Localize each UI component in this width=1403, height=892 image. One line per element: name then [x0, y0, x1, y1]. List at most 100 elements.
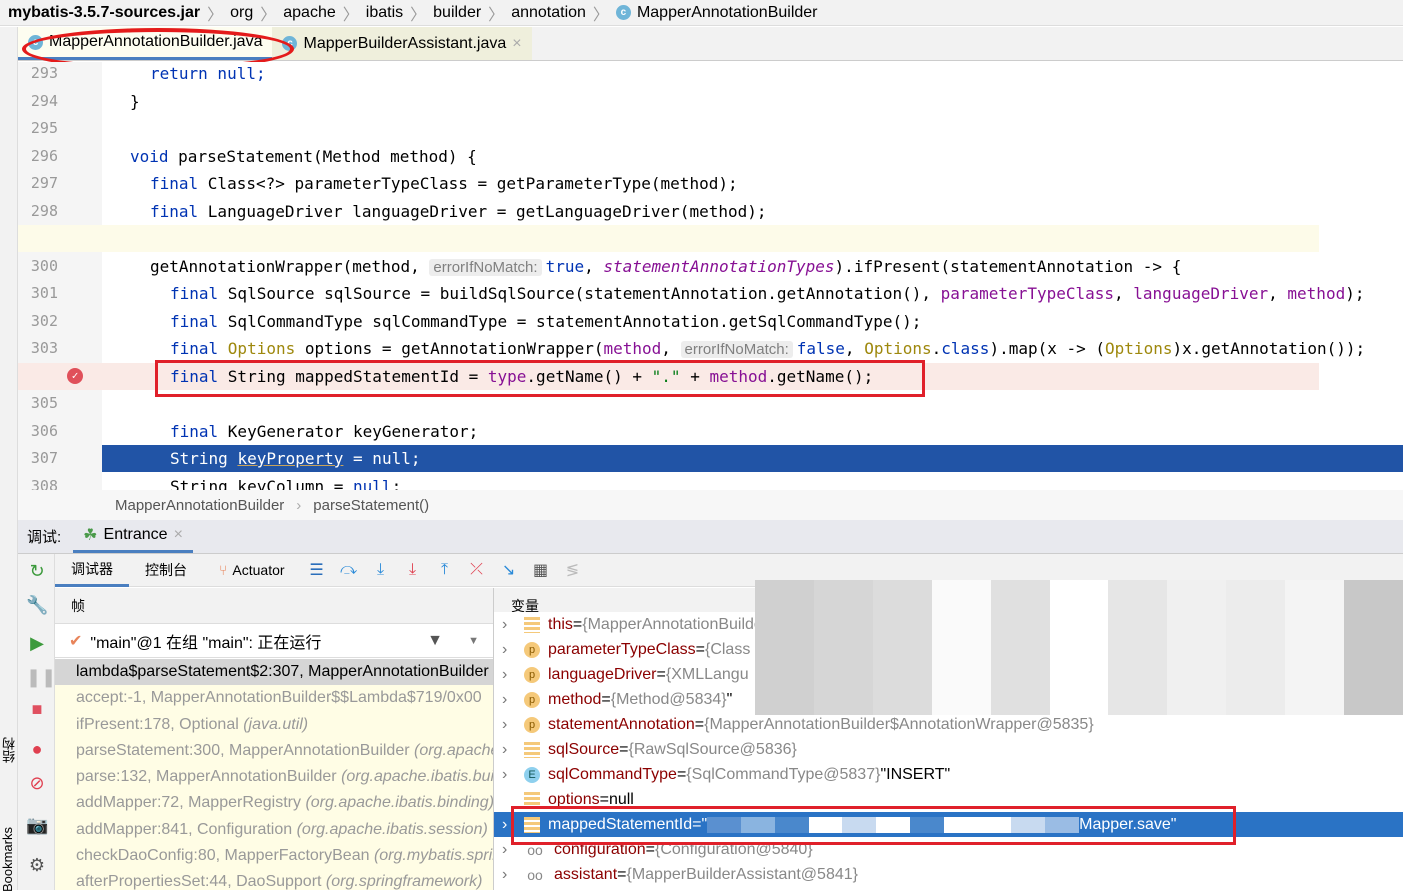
chevron-right-icon[interactable]: ›: [502, 687, 524, 712]
redaction-pixel: [1226, 580, 1286, 614]
filter-icon[interactable]: ▼: [427, 632, 443, 650]
tab-debugger[interactable]: 调试器: [55, 554, 129, 587]
force-step-into-icon[interactable]: ⤓: [397, 561, 429, 579]
stack-frame[interactable]: addMapper:841, Configuration (org.apache…: [55, 817, 493, 843]
stack-frame[interactable]: checkDaoConfig:80, MapperFactoryBean (or…: [55, 843, 493, 869]
redaction-pixel: [1285, 647, 1345, 682]
breadcrumb-item[interactable]: mybatis-3.5.7-sources.jar: [8, 4, 200, 22]
equals-sign: =: [601, 691, 611, 708]
thread-selector[interactable]: ✔ "main"@1 在组 "main": 正在运行 ▼ ▼: [55, 625, 493, 658]
line-number[interactable]: 294: [18, 92, 58, 110]
run-to-cursor-icon[interactable]: ↘: [493, 560, 525, 580]
code-line[interactable]: String keyColumn = null;: [102, 473, 1403, 491]
chevron-down-icon[interactable]: ▼: [468, 635, 479, 647]
code-line[interactable]: final SqlSource sqlSource = buildSqlSour…: [102, 280, 1403, 307]
tab-console[interactable]: 控制台: [129, 554, 203, 587]
code-line[interactable]: getAnnotationWrapper(method, errorIfNoMa…: [102, 253, 1403, 280]
code-line[interactable]: final SqlCommandType sqlCommandType = st…: [102, 308, 1403, 335]
step-out-icon[interactable]: ⤒: [429, 561, 461, 579]
chevron-right-icon[interactable]: ›: [502, 637, 524, 662]
stack-frame[interactable]: addMapper:72, MapperRegistry (org.apache…: [55, 790, 493, 816]
stack-frame[interactable]: accept:-1, MapperAnnotationBuilder$$Lamb…: [55, 685, 493, 711]
breadcrumb-item[interactable]: apache: [283, 4, 336, 22]
stack-frame[interactable]: parseStatement:300, MapperAnnotationBuil…: [55, 738, 493, 764]
code-line[interactable]: String keyProperty = null;: [102, 445, 1403, 472]
wrench-icon[interactable]: 🔧: [26, 594, 48, 616]
chevron-right-icon[interactable]: ›: [502, 737, 524, 762]
line-number[interactable]: 298: [18, 202, 58, 220]
breadcrumb-item[interactable]: org: [230, 4, 253, 22]
close-icon[interactable]: ×: [174, 526, 183, 544]
line-number[interactable]: 302: [18, 312, 58, 330]
evaluate-expression-icon[interactable]: ▦: [525, 560, 557, 580]
code-line[interactable]: final LanguageDriver languageDriver = ge…: [102, 198, 1403, 225]
settings-icon[interactable]: ⚙: [26, 854, 48, 876]
variable-value: {Class: [704, 641, 751, 658]
mute-breakpoints-icon[interactable]: ⊘: [26, 772, 48, 794]
frame-package: (org.mybatis.spring): [373, 847, 493, 865]
chevron-right-icon[interactable]: ›: [502, 862, 524, 887]
crumb-method[interactable]: parseStatement(): [313, 497, 429, 514]
line-number[interactable]: 301: [18, 284, 58, 302]
line-number[interactable]: 305: [18, 394, 58, 412]
variable-value: {Method@5834}: [610, 691, 727, 708]
parameter-icon: p: [524, 666, 540, 683]
chevron-right-icon[interactable]: ›: [502, 712, 524, 737]
line-number[interactable]: 293: [18, 64, 58, 82]
chevron-right-icon[interactable]: ›: [502, 662, 524, 687]
tab-mapper-builder-assistant[interactable]: c MapperBuilderAssistant.java ×: [272, 27, 532, 60]
view-breakpoints-icon[interactable]: ●: [26, 738, 48, 760]
line-number[interactable]: 297: [18, 174, 58, 192]
line-number[interactable]: 295: [18, 119, 58, 137]
crumb-class[interactable]: MapperAnnotationBuilder: [115, 497, 284, 514]
resume-icon[interactable]: ▶: [26, 632, 48, 654]
debug-session-tab[interactable]: ☘ Entrance ×: [73, 520, 193, 553]
breadcrumb-item[interactable]: annotation: [511, 4, 586, 22]
camera-icon[interactable]: 📷: [26, 814, 48, 836]
code-line[interactable]: final KeyGenerator keyGenerator;: [102, 418, 1403, 445]
tab-actuator[interactable]: ⑂ Actuator: [203, 554, 301, 587]
structure-tool-tab[interactable]: 结构: [0, 737, 19, 763]
breakpoint-icon[interactable]: ✓: [67, 367, 83, 384]
line-number[interactable]: 307: [18, 449, 58, 467]
chevron-right-icon[interactable]: ›: [502, 612, 524, 637]
code-line[interactable]: void parseStatement(Method method) {: [102, 143, 1403, 170]
stack-frame[interactable]: ifPresent:178, Optional (java.util): [55, 712, 493, 738]
step-into-icon[interactable]: ⤓: [365, 561, 397, 579]
code-line[interactable]: [18, 225, 1319, 252]
step-over-icon[interactable]: ⤼: [333, 561, 365, 579]
code-line[interactable]: final Options options = getAnnotationWra…: [102, 335, 1403, 362]
breadcrumb-item[interactable]: ibatis: [366, 4, 403, 22]
stack-frame[interactable]: afterPropertiesSet:44, DaoSupport (org.s…: [55, 869, 493, 890]
line-number[interactable]: 303: [18, 339, 58, 357]
stack-frame[interactable]: parse:132, MapperAnnotationBuilder (org.…: [55, 764, 493, 790]
close-icon[interactable]: ×: [512, 35, 521, 53]
code-token: Class<?> parameterTypeClass = getParamet…: [207, 174, 738, 193]
code-line[interactable]: return null;: [102, 62, 1403, 87]
line-number[interactable]: 300: [18, 257, 58, 275]
code-line[interactable]: [102, 115, 1403, 142]
stop-icon[interactable]: ■: [26, 698, 48, 720]
variable-row[interactable]: › sqlSource = {RawSqlSource@5836}: [494, 737, 1403, 762]
bookmarks-tool-tab[interactable]: Bookmarks: [0, 827, 15, 892]
code-line[interactable]: }: [102, 88, 1403, 115]
drop-frame-icon[interactable]: ⤫: [461, 561, 493, 579]
line-number[interactable]: 308: [18, 477, 58, 491]
equals-sign: =: [695, 641, 705, 658]
code-editor[interactable]: 293 return null; 294} 295 296 void parseState…: [18, 62, 1403, 490]
chevron-right-icon[interactable]: ›: [502, 762, 524, 787]
stack-frame[interactable]: lambda$parseStatement$2:307, MapperAnnot…: [55, 659, 493, 686]
variable-row[interactable]: › EsqlCommandType = {SqlCommandType@5837}…: [494, 762, 1403, 787]
variable-row[interactable]: › p statementAnnotation = {MapperAnnotatio…: [494, 712, 1403, 737]
variable-row[interactable]: › oo assistant = {MapperBuilderAssistant@5…: [494, 862, 1403, 887]
breadcrumb-item[interactable]: builder: [433, 4, 481, 22]
line-number[interactable]: 306: [18, 422, 58, 440]
rerun-icon[interactable]: ↻: [26, 560, 48, 582]
code-line[interactable]: final Class<?> parameterTypeClass = getP…: [102, 170, 1403, 197]
threads-menu-icon[interactable]: ☰: [301, 560, 333, 580]
pause-icon[interactable]: ❚❚: [26, 666, 56, 688]
trace-stream-icon[interactable]: ≶: [557, 560, 589, 580]
redaction-pixel: [872, 647, 932, 682]
line-number[interactable]: 296: [18, 147, 58, 165]
breadcrumb-item[interactable]: MapperAnnotationBuilder: [637, 4, 818, 22]
